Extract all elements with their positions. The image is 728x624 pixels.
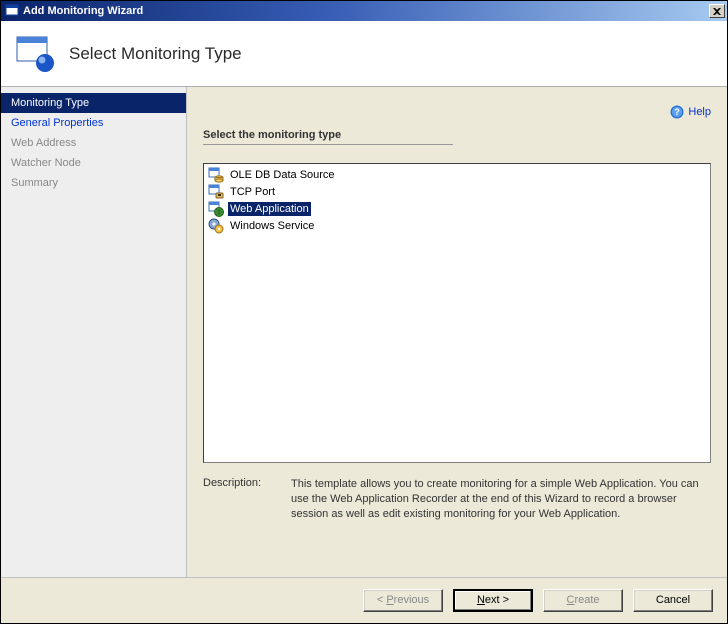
help-row: ? Help [203,103,711,121]
help-link[interactable]: ? Help [670,105,711,119]
svg-text:?: ? [675,107,681,117]
title-bar: Add Monitoring Wizard [1,1,727,21]
cancel-button[interactable]: Cancel [633,589,713,612]
window-title: Add Monitoring Wizard [23,5,709,17]
list-item-web-application[interactable]: Web Application [206,200,708,217]
wizard-footer: < Previous Next > Create Cancel [1,577,727,623]
next-button[interactable]: Next > [453,589,533,612]
wizard-sidebar: Monitoring Type General Properties Web A… [1,87,187,577]
create-button: Create [543,589,623,612]
wizard-header: Select Monitoring Type [1,21,727,87]
list-item-label: Windows Service [228,219,316,233]
list-item-tcp-port[interactable]: TCP Port [206,183,708,200]
help-label: Help [688,106,711,118]
wizard-window: Add Monitoring Wizard Select Monitoring … [0,0,728,624]
sidebar-item-monitoring-type[interactable]: Monitoring Type [1,93,186,113]
database-icon [208,167,224,183]
sidebar-item-general-properties[interactable]: General Properties [1,113,186,133]
wizard-body: Monitoring Type General Properties Web A… [1,87,727,577]
wizard-content: ? Help Select the monitoring type [187,87,727,577]
list-item-label: Web Application [228,202,311,216]
previous-button: < Previous [363,589,443,612]
sidebar-item-watcher-node: Watcher Node [1,153,186,173]
window-sys-icon [5,4,19,18]
close-button[interactable] [709,4,725,18]
help-icon: ? [670,105,684,119]
monitoring-type-listbox[interactable]: OLE DB Data Source TCP Port [203,163,711,463]
windows-service-icon [208,218,224,234]
network-port-icon [208,184,224,200]
list-item-label: TCP Port [228,185,277,199]
description-text: This template allows you to create monit… [291,477,711,522]
list-item-ole-db[interactable]: OLE DB Data Source [206,166,708,183]
description-row: Description: This template allows you to… [203,477,711,522]
wizard-header-icon [15,33,57,75]
sidebar-item-web-address: Web Address [1,133,186,153]
web-app-icon [208,201,224,217]
wizard-header-title: Select Monitoring Type [69,44,242,64]
sidebar-item-summary: Summary [1,173,186,193]
list-item-windows-service[interactable]: Windows Service [206,217,708,234]
section-heading: Select the monitoring type [203,129,453,145]
description-label: Description: [203,477,273,522]
list-item-label: OLE DB Data Source [228,168,337,182]
